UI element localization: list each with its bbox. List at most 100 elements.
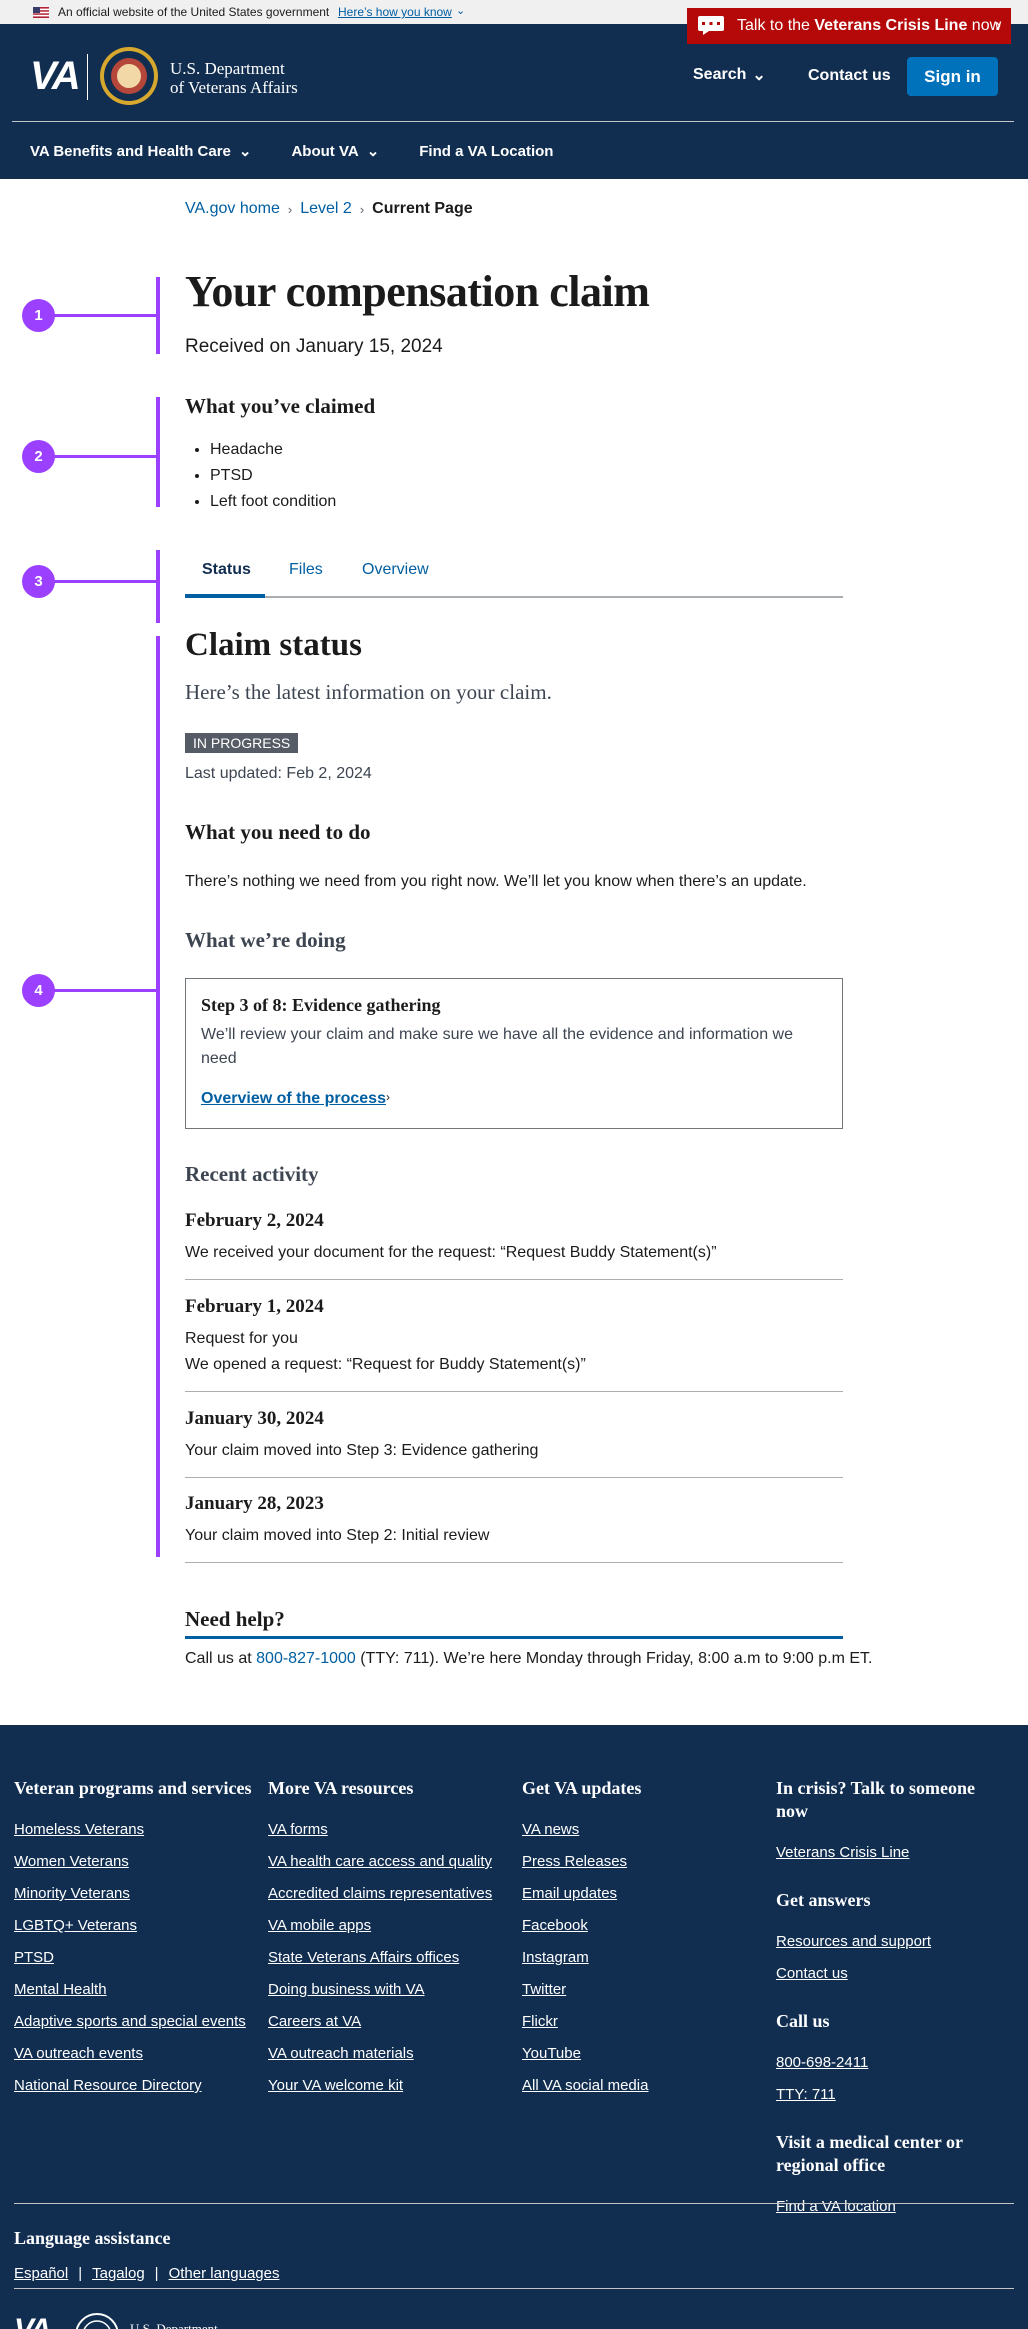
language-link-other[interactable]: Other languages bbox=[169, 2265, 280, 2282]
footer-link[interactable]: Accredited claims representatives bbox=[268, 1878, 508, 1910]
activity-item: January 28, 2023 Your claim moved into S… bbox=[185, 1493, 843, 1563]
footer-heading: Veteran programs and services bbox=[14, 1778, 252, 1798]
language-separator: | bbox=[154, 2265, 159, 2282]
chevron-right-icon: › bbox=[995, 15, 1001, 35]
help-phone-link[interactable]: 800-827-1000 bbox=[256, 1650, 356, 1667]
activity-text: We received your document for the reques… bbox=[185, 1244, 717, 1261]
activity-text: Your claim moved into Step 3: Evidence g… bbox=[185, 1442, 539, 1459]
activity-item: February 1, 2024 Request for you We open… bbox=[185, 1296, 843, 1392]
footer-department-name: U.S. Department bbox=[130, 2321, 218, 2329]
header-divider bbox=[12, 121, 1014, 122]
tab-overview[interactable]: Overview bbox=[362, 561, 429, 579]
footer-va-logo[interactable]: VA bbox=[14, 2313, 51, 2329]
step-title: Step 3 of 8: Evidence gathering bbox=[201, 995, 441, 1015]
footer-link[interactable]: Instagram bbox=[522, 1942, 762, 1974]
chevron-down-icon: ⌄ bbox=[238, 143, 252, 160]
footer-link[interactable]: Your VA welcome kit bbox=[268, 2070, 508, 2102]
footer-link[interactable]: Find a VA location bbox=[776, 2191, 1006, 2223]
breadcrumb-level-2[interactable]: Level 2 bbox=[300, 200, 352, 218]
how-you-know-link[interactable]: Here’s how you know bbox=[338, 5, 452, 19]
footer-link[interactable]: Mental Health bbox=[14, 1974, 254, 2006]
list-item: Headache bbox=[210, 437, 336, 463]
footer-link[interactable]: VA news bbox=[522, 1814, 762, 1846]
activity-item: January 30, 2024 Your claim moved into S… bbox=[185, 1408, 843, 1478]
need-to-do-text: There’s nothing we need from you right n… bbox=[185, 873, 807, 890]
search-button[interactable]: Search ⌄ bbox=[673, 65, 766, 85]
sign-in-button[interactable]: Sign in bbox=[907, 57, 998, 96]
language-link-espanol[interactable]: Español bbox=[14, 2265, 68, 2282]
footer-link[interactable]: VA outreach materials bbox=[268, 2038, 508, 2070]
annotation-marker-1: 1 bbox=[22, 299, 55, 332]
annotation-bar-4 bbox=[156, 636, 160, 1557]
chevron-down-icon: ⌄ bbox=[752, 67, 766, 84]
footer-link[interactable]: VA forms bbox=[268, 1814, 508, 1846]
list-item: PTSD bbox=[210, 463, 336, 489]
active-tab-indicator bbox=[185, 594, 265, 598]
chat-bubble-icon bbox=[698, 16, 724, 35]
need-help-text: Call us at 800-827-1000 (TTY: 711). We’r… bbox=[185, 1650, 873, 1667]
current-step-card: Step 3 of 8: Evidence gathering We’ll re… bbox=[185, 978, 843, 1129]
va-logo[interactable]: VA bbox=[30, 54, 81, 99]
us-flag-icon bbox=[33, 7, 49, 18]
step-description: We’ll review your claim and make sure we… bbox=[201, 1026, 793, 1067]
page-title: Your compensation claim bbox=[185, 267, 650, 316]
breadcrumb: VA.gov home › Level 2 › Current Page bbox=[185, 200, 473, 218]
footer-link[interactable]: PTSD bbox=[14, 1942, 254, 1974]
footer-link[interactable]: Women Veterans bbox=[14, 1846, 254, 1878]
footer-link[interactable]: Doing business with VA bbox=[268, 1974, 508, 2006]
footer-link[interactable]: Veterans Crisis Line bbox=[776, 1837, 1006, 1869]
footer-heading: Get answers bbox=[776, 1890, 871, 1910]
status-badge: IN PROGRESS bbox=[185, 733, 299, 753]
footer-link[interactable]: YouTube bbox=[522, 2038, 762, 2070]
received-date: Received on January 15, 2024 bbox=[185, 336, 443, 357]
veterans-crisis-line-button[interactable]: Talk to the Veterans Crisis Line now › bbox=[687, 8, 1011, 44]
activity-item: February 2, 2024 We received your docume… bbox=[185, 1210, 843, 1280]
chevron-down-icon[interactable]: ⌄ bbox=[456, 4, 465, 17]
nav-find-location[interactable]: Find a VA Location bbox=[419, 142, 553, 160]
site-header: VA U.S. Department of Veterans Affairs S… bbox=[0, 24, 1028, 179]
footer-link[interactable]: Homeless Veterans bbox=[14, 1814, 254, 1846]
nav-about-va[interactable]: About VA ⌄ bbox=[291, 142, 379, 161]
footer-link[interactable]: Press Releases bbox=[522, 1846, 762, 1878]
footer-heading: Call us bbox=[776, 2011, 830, 2031]
footer-link[interactable]: Contact us bbox=[776, 1958, 1006, 1990]
language-link-tagalog[interactable]: Tagalog bbox=[92, 2265, 145, 2282]
footer-link[interactable]: 800-698-2411 bbox=[776, 2047, 1006, 2079]
footer-link[interactable]: Resources and support bbox=[776, 1926, 1006, 1958]
recent-activity-heading: Recent activity bbox=[185, 1162, 319, 1186]
contact-us-link[interactable]: Contact us bbox=[808, 67, 891, 85]
footer-link[interactable]: Twitter bbox=[522, 1974, 762, 2006]
footer-link[interactable]: Careers at VA bbox=[268, 2006, 508, 2038]
breadcrumb-current: Current Page bbox=[372, 200, 473, 217]
annotation-connector-1 bbox=[54, 314, 157, 317]
search-icon bbox=[673, 68, 687, 82]
footer-link[interactable]: Flickr bbox=[522, 2006, 762, 2038]
footer-link[interactable]: Adaptive sports and special events bbox=[14, 2006, 254, 2038]
process-overview-link[interactable]: Overview of the process bbox=[201, 1090, 386, 1108]
tab-files[interactable]: Files bbox=[289, 561, 323, 579]
tab-status[interactable]: Status bbox=[202, 561, 251, 579]
breadcrumb-home[interactable]: VA.gov home bbox=[185, 200, 280, 218]
footer-col-crisis: In crisis? Talk to someone now Veterans … bbox=[776, 1777, 1006, 2223]
footer-link[interactable]: National Resource Directory bbox=[14, 2070, 254, 2102]
footer-col-programs: Veteran programs and services Homeless V… bbox=[14, 1777, 254, 2102]
footer-heading: Visit a medical center or regional offic… bbox=[776, 2132, 963, 2175]
activity-text: Request for you bbox=[185, 1330, 298, 1347]
need-help-divider bbox=[185, 1636, 843, 1639]
footer-link[interactable]: LGBTQ+ Veterans bbox=[14, 1910, 254, 1942]
footer-link[interactable]: VA mobile apps bbox=[268, 1910, 508, 1942]
footer-link[interactable]: Email updates bbox=[522, 1878, 762, 1910]
footer-link[interactable]: VA health care access and quality bbox=[268, 1846, 508, 1878]
footer-link[interactable]: State Veterans Affairs offices bbox=[268, 1942, 508, 1974]
footer-link[interactable]: All VA social media bbox=[522, 2070, 762, 2102]
nav-benefits[interactable]: VA Benefits and Health Care ⌄ bbox=[30, 142, 252, 161]
main-nav: VA Benefits and Health Care ⌄ About VA ⌄ F… bbox=[30, 142, 553, 161]
footer-link[interactable]: Facebook bbox=[522, 1910, 762, 1942]
footer-link[interactable]: Minority Veterans bbox=[14, 1878, 254, 1910]
list-item: Left foot condition bbox=[210, 489, 336, 515]
department-name: U.S. Department of Veterans Affairs bbox=[170, 59, 298, 97]
annotation-connector-3 bbox=[54, 580, 157, 583]
footer-heading: More VA resources bbox=[268, 1778, 414, 1798]
footer-link[interactable]: VA outreach events bbox=[14, 2038, 254, 2070]
footer-link[interactable]: TTY: 711 bbox=[776, 2079, 1006, 2111]
